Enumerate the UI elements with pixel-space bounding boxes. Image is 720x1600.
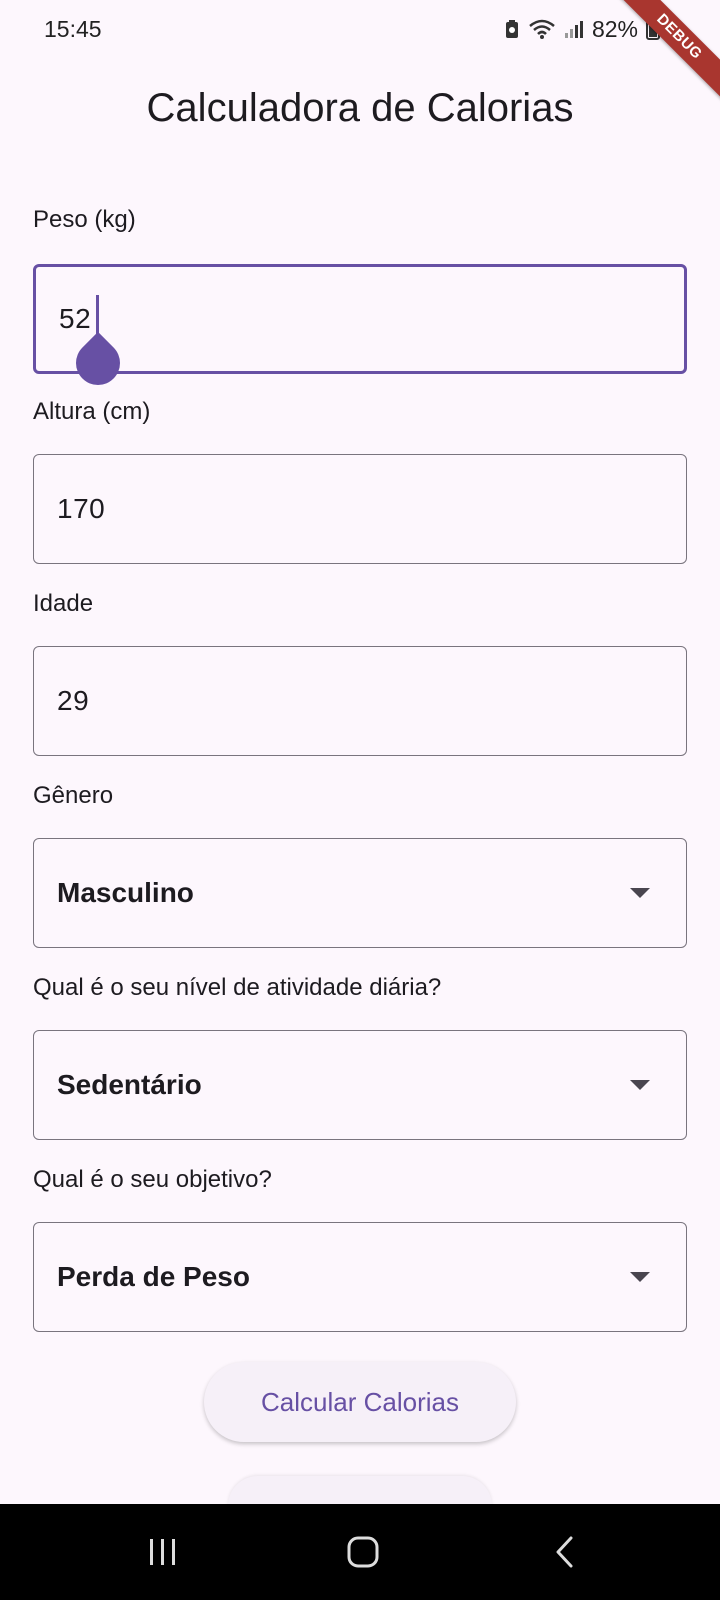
activity-selected: Sedentário	[57, 1069, 202, 1100]
recents-icon	[150, 1539, 175, 1565]
weight-input[interactable]: 52	[33, 264, 687, 395]
gender-selected: Masculino	[57, 877, 194, 908]
home-button[interactable]	[338, 1528, 388, 1576]
back-button[interactable]	[540, 1528, 590, 1576]
height-input[interactable]: 170	[33, 454, 687, 564]
page-title: Calculadora de Calorias	[146, 86, 574, 130]
arrow-drop-down-icon	[630, 1080, 650, 1090]
activity-dropdown[interactable]: Sedentário	[33, 1030, 687, 1140]
goal-dropdown[interactable]: Perda de Peso	[33, 1222, 687, 1332]
navigation-bar	[0, 1504, 720, 1600]
age-input[interactable]: 29	[33, 646, 687, 756]
weight-label: Peso (kg)	[33, 206, 136, 233]
activity-label: Qual é o seu nível de atividade diária?	[33, 974, 442, 1001]
home-icon	[347, 1536, 379, 1568]
recents-button[interactable]	[138, 1528, 188, 1576]
back-icon	[556, 1536, 573, 1568]
goal-label: Qual é o seu objetivo?	[33, 1166, 272, 1193]
arrow-drop-down-icon	[630, 888, 650, 898]
calculate-button[interactable]: Calcular Calorias	[204, 1362, 516, 1442]
status-icons: 82%	[504, 14, 660, 44]
battery-percent: 82%	[591, 15, 638, 42]
status-time: 15:45	[44, 16, 102, 42]
age-value: 29	[57, 685, 90, 716]
status-bar: 15:45 82%	[0, 0, 720, 60]
goal-selected: Perda de Peso	[57, 1261, 250, 1292]
weight-value: 52	[59, 303, 92, 334]
signal-icon	[564, 21, 583, 38]
height-label: Altura (cm)	[33, 398, 151, 425]
battery-saver-icon	[505, 20, 518, 38]
gender-dropdown[interactable]: Masculino	[33, 838, 687, 948]
arrow-drop-down-icon	[630, 1272, 650, 1282]
age-label: Idade	[33, 590, 94, 617]
cursor-handle[interactable]	[66, 331, 130, 395]
gender-label: Gênero	[33, 782, 114, 809]
wifi-icon	[529, 19, 555, 39]
height-value: 170	[57, 493, 106, 524]
